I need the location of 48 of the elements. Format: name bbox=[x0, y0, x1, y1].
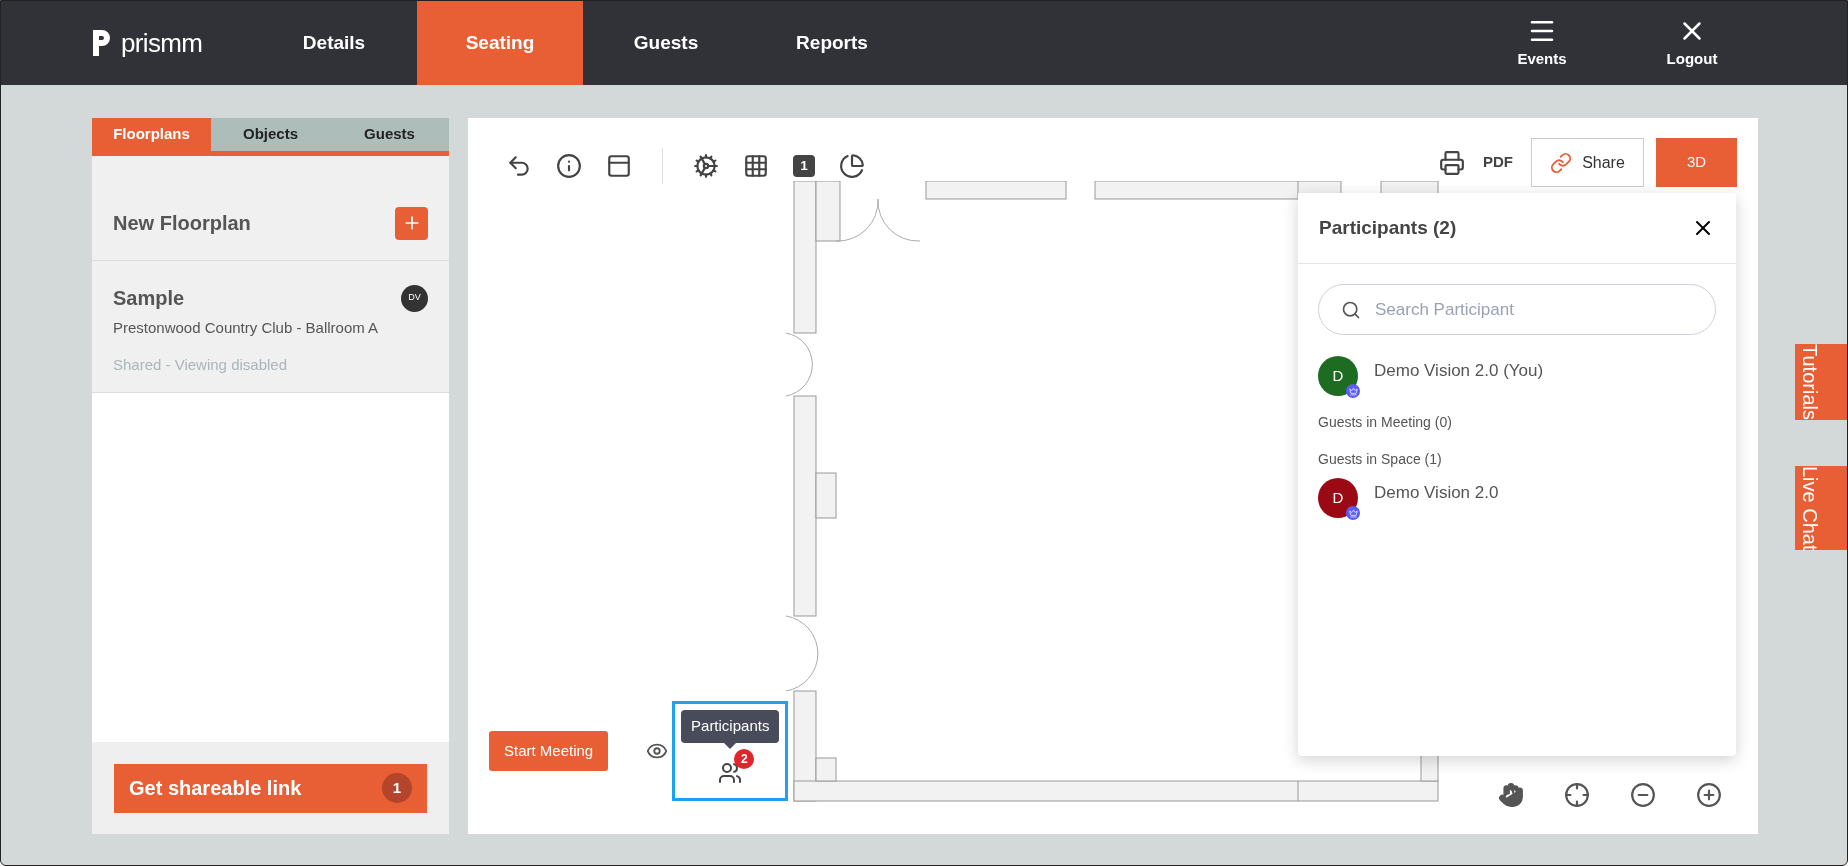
hand-icon[interactable] bbox=[1498, 782, 1524, 808]
participants-control[interactable]: Participants 2 bbox=[672, 701, 789, 801]
add-button[interactable] bbox=[395, 206, 428, 240]
new-floorplan-label: New Floorplan bbox=[113, 211, 251, 236]
section-heading: Guests in Space (1) bbox=[1318, 450, 1443, 469]
logo-text: prismm bbox=[121, 26, 203, 60]
floorplan-card[interactable]: Sample DV Prestonwood Country Club - Ballroom A Shared - Viewing disabled bbox=[92, 261, 449, 393]
participant-name: Demo Vision 2.0 (You) bbox=[1374, 360, 1544, 382]
panel-tab[interactable]: Guests bbox=[330, 118, 449, 151]
header-action[interactable]: Logout bbox=[1617, 1, 1767, 85]
participant-name: Demo Vision 2.0 bbox=[1374, 482, 1499, 504]
count-badge: 1 bbox=[382, 773, 412, 803]
pie-chart-icon[interactable] bbox=[839, 153, 865, 179]
venue-name: Prestonwood Country Club - Ballroom A bbox=[113, 318, 380, 338]
avatar: D bbox=[1318, 356, 1358, 396]
layout-icon[interactable] bbox=[606, 153, 632, 179]
share-status: Shared - Viewing disabled bbox=[113, 354, 288, 375]
crosshair-icon[interactable] bbox=[1564, 782, 1590, 808]
link-icon bbox=[1550, 151, 1573, 174]
share-button[interactable]: Share bbox=[1531, 138, 1644, 187]
print-icon[interactable] bbox=[1439, 149, 1465, 176]
layer-button[interactable]: 1 bbox=[793, 155, 815, 177]
owner-avatar: DV bbox=[401, 284, 428, 312]
panel-tab[interactable]: Objects bbox=[211, 118, 330, 151]
header-action[interactable]: Events bbox=[1467, 1, 1617, 85]
nav-tab[interactable]: Guests bbox=[583, 1, 749, 85]
nav-tab[interactable]: Details bbox=[251, 1, 417, 85]
logo-icon bbox=[91, 28, 113, 58]
floorplan-name: Sample bbox=[113, 286, 185, 311]
undo-icon[interactable] bbox=[506, 153, 532, 179]
participants-tooltip: Participants bbox=[681, 710, 780, 749]
people-icon bbox=[718, 760, 743, 785]
settings-icon[interactable] bbox=[693, 153, 719, 179]
info-icon[interactable] bbox=[556, 153, 582, 179]
section-heading: Guests in Meeting (0) bbox=[1318, 413, 1453, 432]
zoom-in-icon[interactable] bbox=[1696, 782, 1722, 808]
pdf-button[interactable]: PDF bbox=[1477, 151, 1519, 174]
panel-title: Participants (2) bbox=[1319, 215, 1457, 240]
search-input[interactable]: Search Participant bbox=[1375, 296, 1693, 323]
crown-icon bbox=[1346, 506, 1360, 520]
search-icon bbox=[1341, 299, 1361, 320]
avatar: D bbox=[1318, 478, 1358, 518]
count-badge: 2 bbox=[734, 748, 755, 769]
grid-icon[interactable] bbox=[743, 153, 769, 179]
nav-tab[interactable]: Reports bbox=[749, 1, 915, 85]
zoom-out-icon[interactable] bbox=[1630, 782, 1656, 808]
crown-icon bbox=[1346, 384, 1360, 398]
shareable-link-button[interactable]: Get shareable link 1 bbox=[114, 763, 427, 813]
